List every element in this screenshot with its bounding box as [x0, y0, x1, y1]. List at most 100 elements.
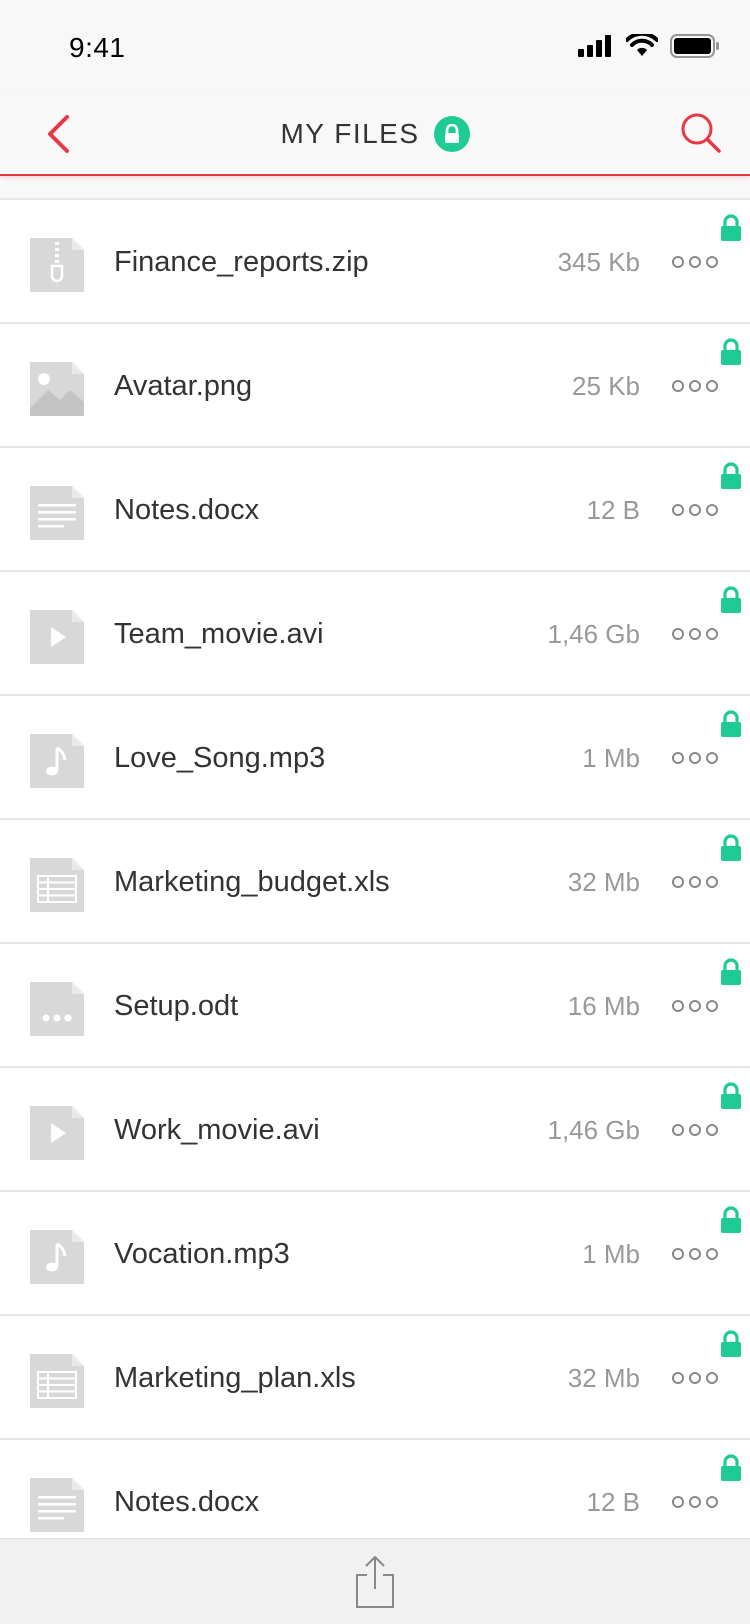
lock-icon — [720, 338, 742, 366]
lock-icon — [720, 1330, 742, 1358]
more-dot — [672, 1000, 684, 1012]
more-dot — [706, 628, 718, 640]
audio-file-icon — [30, 1230, 84, 1284]
file-name: Love_Song.mp3 — [114, 742, 326, 774]
more-options-button[interactable] — [672, 500, 718, 520]
cellular-signal-icon — [578, 35, 611, 57]
file-row[interactable]: Team_movie.avi 1,46 Gb — [0, 570, 750, 694]
more-dot — [689, 1496, 701, 1508]
generic-file-icon — [30, 982, 84, 1036]
more-options-button[interactable] — [672, 624, 718, 644]
more-dot — [689, 380, 701, 392]
file-name: Team_movie.avi — [114, 618, 324, 650]
more-dot — [706, 1124, 718, 1136]
lock-icon — [720, 710, 742, 738]
file-row[interactable]: Setup.odt 16 Mb — [0, 942, 750, 1066]
file-row[interactable]: Vocation.mp3 1 Mb — [0, 1190, 750, 1314]
more-dot — [672, 1124, 684, 1136]
more-dot — [672, 380, 684, 392]
share-button[interactable] — [353, 1555, 397, 1609]
file-row[interactable]: Love_Song.mp3 1 Mb — [0, 694, 750, 818]
search-icon — [681, 113, 721, 153]
lock-icon — [720, 214, 742, 242]
more-dot — [689, 628, 701, 640]
lock-icon — [720, 834, 742, 862]
battery-icon — [670, 34, 719, 58]
file-size: 32 Mb — [567, 867, 640, 897]
video-file-icon — [30, 1106, 84, 1160]
wifi-icon — [626, 34, 658, 56]
search-button[interactable] — [676, 108, 726, 158]
document-file-icon — [30, 1478, 84, 1532]
file-name: Setup.odt — [114, 990, 239, 1022]
more-options-button[interactable] — [672, 1120, 718, 1140]
file-list: Finance_reports.zip 345 Kb Avatar.png 25 Kb… — [0, 198, 750, 1562]
video-file-icon — [30, 610, 84, 664]
more-dot — [672, 628, 684, 640]
lock-icon — [720, 462, 742, 490]
file-size: 12 B — [586, 495, 641, 525]
file-row[interactable]: Marketing_budget.xls 32 Mb — [0, 818, 750, 942]
file-name: Notes.docx — [114, 494, 260, 526]
more-dot — [706, 380, 718, 392]
zip-file-icon — [30, 238, 84, 292]
file-size: 1 Mb — [582, 1239, 640, 1269]
document-file-icon — [30, 486, 84, 540]
file-size: 32 Mb — [567, 1363, 640, 1393]
navigation-bar: MY FILES — [0, 92, 750, 176]
lock-icon — [720, 958, 742, 986]
more-options-button[interactable] — [672, 748, 718, 768]
file-name: Finance_reports.zip — [114, 246, 369, 278]
more-dot — [689, 1248, 701, 1260]
more-dot — [672, 752, 684, 764]
file-row[interactable]: Avatar.png 25 Kb — [0, 322, 750, 446]
more-dot — [672, 1248, 684, 1260]
file-row[interactable]: Work_movie.avi 1,46 Gb — [0, 1066, 750, 1190]
more-dot — [672, 1496, 684, 1508]
status-time: 9:41 — [69, 32, 126, 63]
back-button[interactable] — [34, 110, 82, 158]
more-dot — [672, 1372, 684, 1384]
status-icons — [578, 34, 720, 58]
more-options-button[interactable] — [672, 1492, 718, 1512]
lock-icon — [720, 586, 742, 614]
file-size: 1,46 Gb — [547, 1115, 640, 1145]
more-dot — [689, 256, 701, 268]
more-dot — [689, 1372, 701, 1384]
lock-icon — [720, 1206, 742, 1234]
page-title: MY FILES — [280, 118, 420, 149]
file-name: Marketing_plan.xls — [114, 1362, 356, 1394]
file-size: 25 Kb — [572, 371, 640, 401]
more-options-button[interactable] — [672, 1368, 718, 1388]
status-bar: 9:41 — [0, 0, 750, 92]
lock-icon — [720, 1454, 742, 1482]
more-dot — [706, 1372, 718, 1384]
more-options-button[interactable] — [672, 872, 718, 892]
file-row[interactable]: Marketing_plan.xls 32 Mb — [0, 1314, 750, 1438]
spreadsheet-file-icon — [30, 858, 84, 912]
image-file-icon — [30, 362, 84, 416]
file-size: 1 Mb — [582, 743, 640, 773]
more-dot — [689, 752, 701, 764]
spreadsheet-file-icon — [30, 1354, 84, 1408]
more-options-button[interactable] — [672, 252, 718, 272]
more-dot — [689, 1124, 701, 1136]
more-dot — [706, 752, 718, 764]
more-options-button[interactable] — [672, 996, 718, 1016]
more-dot — [689, 1000, 701, 1012]
file-row[interactable]: Finance_reports.zip 345 Kb — [0, 198, 750, 322]
file-size: 345 Kb — [557, 247, 640, 277]
more-dot — [689, 504, 701, 516]
more-dot — [706, 1248, 718, 1260]
more-options-button[interactable] — [672, 1244, 718, 1264]
file-name: Work_movie.avi — [114, 1114, 320, 1146]
more-options-button[interactable] — [672, 376, 718, 396]
file-size: 1,46 Gb — [547, 619, 640, 649]
title-group: MY FILES — [0, 92, 750, 176]
file-name: Vocation.mp3 — [114, 1238, 290, 1270]
more-dot — [706, 1496, 718, 1508]
file-row[interactable]: Notes.docx 12 B — [0, 446, 750, 570]
bottom-toolbar — [0, 1538, 750, 1624]
more-dot — [706, 504, 718, 516]
file-name: Marketing_budget.xls — [114, 866, 390, 898]
